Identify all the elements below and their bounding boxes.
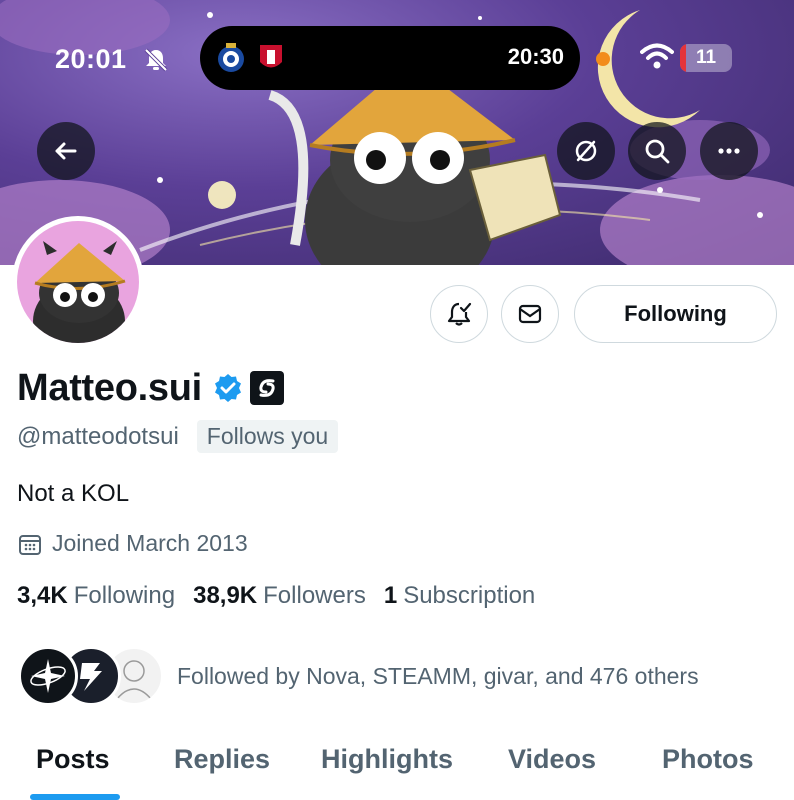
tab-posts[interactable]: Posts — [36, 744, 110, 775]
tab-highlights[interactable]: Highlights — [321, 744, 453, 775]
wifi-icon — [640, 43, 674, 69]
profile-bio: Not a KOL — [17, 480, 130, 507]
followed-by-text[interactable]: Followed by Nova, STEAMM, givar, and 476… — [177, 663, 699, 690]
star-logo-icon — [30, 659, 66, 693]
tab-replies[interactable]: Replies — [174, 744, 270, 775]
display-name: Matteo.sui — [17, 366, 202, 409]
island-timer: 20:30 — [507, 44, 564, 69]
back-button[interactable] — [37, 122, 95, 180]
mail-icon — [518, 304, 542, 324]
status-bar: 20:01 20:30 11 — [0, 0, 794, 110]
message-button[interactable] — [501, 285, 559, 343]
verified-badge-icon[interactable] — [212, 372, 244, 404]
followers-label[interactable]: Followers — [263, 582, 366, 610]
club-crest-icon — [218, 43, 244, 72]
more-options-button[interactable] — [700, 122, 758, 180]
tab-photos[interactable]: Photos — [662, 744, 754, 775]
joined-date-row: Joined March 2013 — [17, 530, 248, 557]
status-clock: 20:01 — [55, 44, 127, 74]
battery-percentage: 11 — [695, 47, 717, 68]
club-crest-icon — [260, 45, 282, 68]
search-button[interactable] — [628, 122, 686, 180]
privacy-indicator — [596, 52, 610, 66]
notifications-button[interactable] — [430, 285, 488, 343]
profile-avatar[interactable] — [12, 216, 144, 348]
avatar — [18, 646, 78, 706]
calendar-icon — [19, 534, 41, 555]
profile-tabs: Posts Replies Highlights Videos Photos — [0, 720, 794, 800]
stats-row: 3,4K Following 38,9K Followers 1 Subscri… — [17, 582, 553, 610]
joined-date: Joined March 2013 — [52, 530, 248, 556]
active-tab-indicator — [30, 794, 120, 800]
avatar-image — [17, 221, 139, 343]
following-button[interactable]: Following — [574, 285, 777, 343]
subscription-label[interactable]: Subscription — [403, 582, 535, 610]
name-row: Matteo.sui — [17, 362, 284, 414]
tab-videos[interactable]: Videos — [508, 744, 596, 775]
bell-off-icon — [144, 48, 168, 72]
profile-banner[interactable]: 20:01 20:30 11 — [0, 0, 794, 265]
subscription-count[interactable]: 1 — [384, 582, 397, 610]
following-label[interactable]: Following — [74, 582, 175, 610]
handle-row: @matteodotsui Follows you — [17, 420, 339, 453]
followed-by-row[interactable]: Followed by Nova, STEAMM, givar, and 476… — [18, 646, 699, 706]
user-handle: @matteodotsui — [17, 422, 179, 450]
follower-avatars — [18, 646, 164, 706]
turn-off-reposts-button[interactable] — [557, 122, 615, 180]
no-retweet-icon — [575, 140, 597, 162]
followers-count[interactable]: 38,9K — [193, 582, 257, 610]
more-icon — [718, 148, 740, 154]
back-arrow-icon — [55, 142, 77, 160]
dynamic-island[interactable]: 20:30 — [200, 26, 580, 90]
battery-icon: 11 — [680, 44, 732, 72]
search-icon — [645, 139, 670, 164]
following-count[interactable]: 3,4K — [17, 582, 68, 610]
sui-logo-icon — [259, 379, 275, 397]
affiliation-badge[interactable] — [249, 371, 284, 405]
owl-avatar-illustration — [33, 241, 126, 343]
follows-you-badge: Follows you — [196, 420, 339, 453]
bell-check-icon — [447, 302, 472, 326]
